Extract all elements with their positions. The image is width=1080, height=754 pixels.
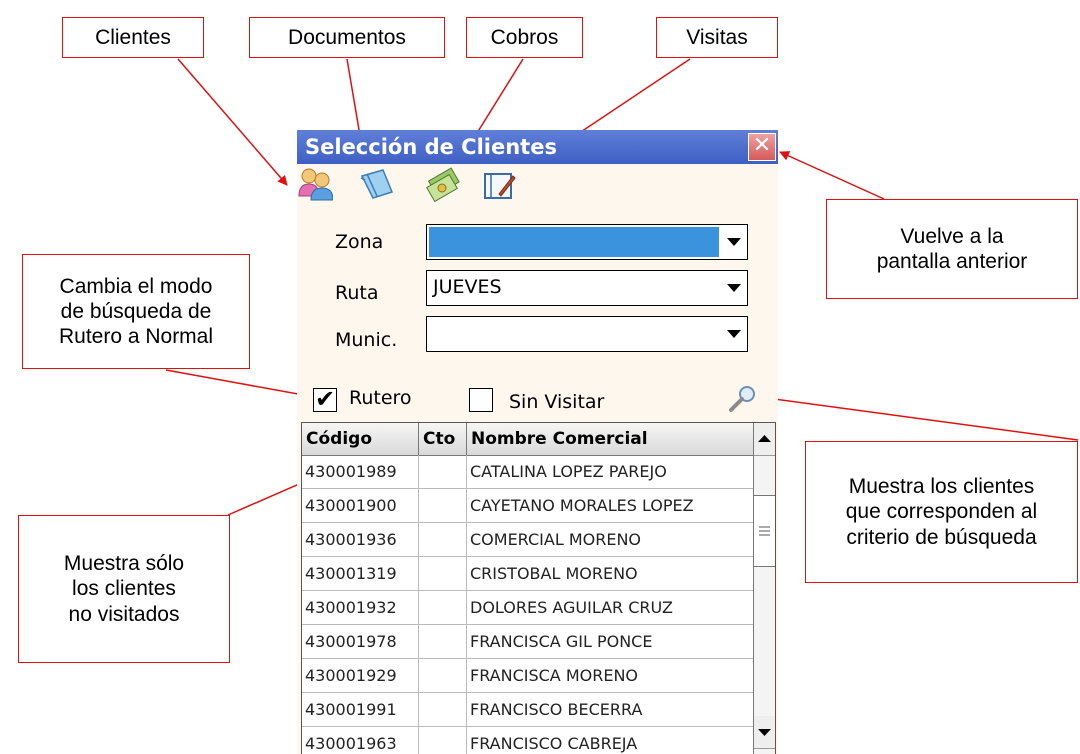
cell-codigo: 430001989 [302,455,419,488]
zona-label: Zona [335,231,384,253]
clients-table: Código Cto Nombre Comercial 430001989 CAT… [301,422,776,754]
cell-nombre: CATALINA LOPEZ PAREJO [467,455,754,488]
arrow-volver [779,151,885,200]
cell-nombre: FRANCISCO CABREJA [467,727,754,754]
table-row[interactable]: 430001991 FRANCISCO BECERRA [302,693,754,727]
column-header-codigo[interactable]: Código [302,423,419,455]
ruta-select[interactable]: JUEVES [426,270,748,306]
title-bar: Selección de Clientes ✕ [297,130,778,164]
callout-muestra-clientes: Muestra los clientes que corresponden al… [805,441,1078,583]
scroll-up-button[interactable] [754,423,775,456]
table-header: Código Cto Nombre Comercial [302,423,754,456]
close-button[interactable]: ✕ [748,133,776,161]
cell-nombre: FRANCISCA GIL PONCE [467,625,754,658]
checkmark-icon: ✔ [315,385,336,413]
table-row[interactable]: 430001900 CAYETANO MORALES LOPEZ [302,489,754,523]
cell-nombre: CAYETANO MORALES LOPEZ [467,489,754,522]
window-title: Selección de Clientes [305,135,557,159]
chevron-down-icon[interactable] [727,238,741,246]
cell-codigo: 430001936 [302,523,419,556]
search-icon[interactable] [727,384,757,414]
cell-cto [419,693,467,726]
callout-volver: Vuelve a la pantalla anterior [826,199,1078,299]
payments-icon[interactable] [425,166,461,202]
table-row[interactable]: 430001319 CRISTOBAL MORENO [302,557,754,591]
triangle-down-icon [758,729,771,736]
table-scrollbar[interactable] [753,423,775,754]
table-row[interactable]: 430001989 CATALINA LOPEZ PAREJO [302,455,754,489]
column-header-nombre[interactable]: Nombre Comercial [467,423,754,455]
sin-visitar-checkbox[interactable] [469,388,493,412]
table-row[interactable]: 430001936 COMERCIAL MORENO [302,523,754,557]
triangle-up-icon [758,435,771,442]
table-row[interactable]: 430001929 FRANCISCA MORENO [302,659,754,693]
chevron-down-icon[interactable] [727,284,741,292]
cell-nombre: COMERCIAL MORENO [467,523,754,556]
grip-icon [759,526,770,536]
scroll-thumb[interactable] [754,495,775,567]
column-header-cto[interactable]: Cto [419,423,467,455]
cell-nombre: CRISTOBAL MORENO [467,557,754,590]
cell-cto [419,489,467,522]
cell-cto [419,591,467,624]
callout-documentos: Documentos [249,17,445,58]
cell-codigo: 430001991 [302,693,419,726]
zona-selection-highlight [429,227,719,257]
table-row[interactable]: 430001978 FRANCISCA GIL PONCE [302,625,754,659]
table-row[interactable]: 430001932 DOLORES AGUILAR CRUZ [302,591,754,625]
ruta-value: JUEVES [433,276,502,298]
cell-codigo: 430001319 [302,557,419,590]
documents-icon[interactable] [359,166,395,202]
cell-cto [419,625,467,658]
cell-codigo: 430001900 [302,489,419,522]
arrow-clientes [177,58,288,186]
munic-select[interactable] [426,316,748,352]
callout-clientes: Clientes [62,17,204,58]
arrow-muestra [758,393,1079,441]
cell-nombre: DOLORES AGUILAR CRUZ [467,591,754,624]
cell-codigo: 430001932 [302,591,419,624]
cell-nombre: FRANCISCA MORENO [467,659,754,692]
ruta-label: Ruta [335,282,379,304]
rutero-label: Rutero [349,387,412,409]
table-row[interactable]: 430001963 FRANCISCO CABREJA [302,727,754,754]
zona-select[interactable] [426,224,748,260]
scroll-down-button[interactable] [754,716,775,749]
cell-cto [419,659,467,692]
visits-icon[interactable] [481,166,517,202]
cell-codigo: 430001963 [302,727,419,754]
cell-codigo: 430001929 [302,659,419,692]
clients-icon[interactable] [297,166,333,202]
callout-cobros: Cobros [466,17,583,58]
cell-nombre: FRANCISCO BECERRA [467,693,754,726]
callout-sin-visitar: Muestra sólo los clientes no visitados [18,515,230,663]
sin-visitar-label: Sin Visitar [509,391,605,413]
cell-cto [419,557,467,590]
callout-visitas: Visitas [656,17,778,58]
cell-cto [419,455,467,488]
client-selection-window: Selección de Clientes ✕ Zona Ruta JUEVES… [297,130,778,754]
chevron-down-icon[interactable] [727,330,741,338]
munic-label: Munic. [335,329,398,351]
cell-cto [419,523,467,556]
cell-cto [419,727,467,754]
cell-codigo: 430001978 [302,625,419,658]
callout-modo: Cambia el modo de búsqueda de Rutero a N… [22,254,250,369]
rutero-checkbox[interactable]: ✔ [313,385,337,413]
